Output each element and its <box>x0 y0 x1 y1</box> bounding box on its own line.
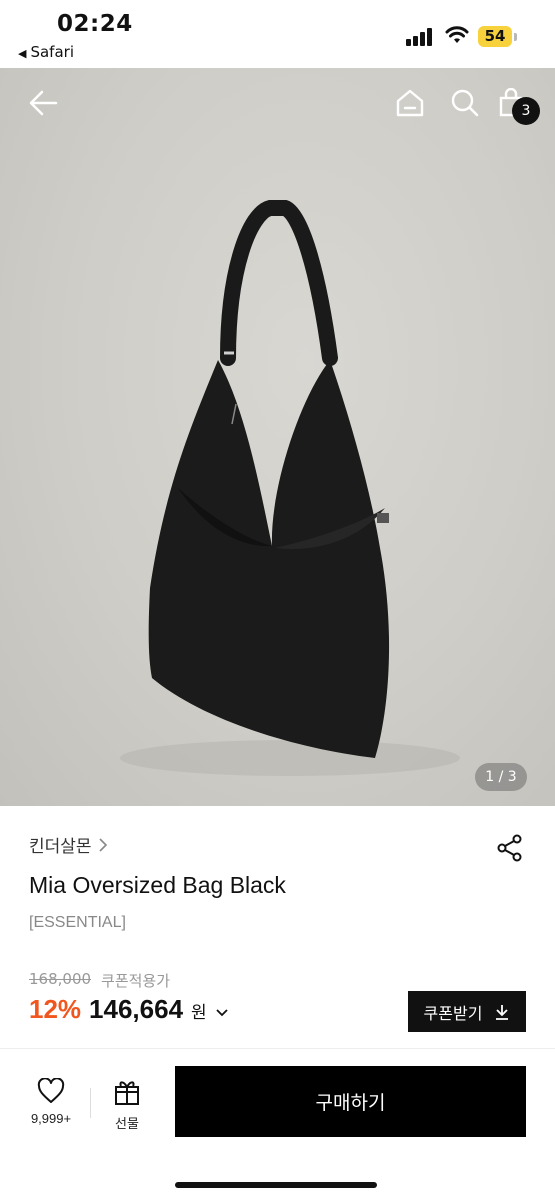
gift-icon <box>115 1081 139 1105</box>
download-icon <box>496 1004 509 1020</box>
status-bar: 02:24 ◀ Safari 54 <box>0 0 555 68</box>
share-icon[interactable] <box>496 834 524 862</box>
battery-tip <box>514 33 517 41</box>
cellular-signal-icon <box>406 28 436 46</box>
discount-rate: 12% <box>29 994 82 1024</box>
image-counter: 1 / 3 <box>475 763 527 791</box>
cart-count-badge[interactable]: 3 <box>512 97 540 125</box>
wifi-icon <box>445 26 469 43</box>
home-indicator <box>175 1182 377 1188</box>
sale-price-row[interactable]: 12% 146,664 원 <box>29 994 229 1025</box>
buy-button[interactable]: 구매하기 <box>175 1066 526 1137</box>
back-to-app-link[interactable]: ◀ Safari <box>18 43 74 61</box>
product-image-gallery[interactable] <box>0 68 555 806</box>
brand-link[interactable]: 킨더살몬 <box>29 832 108 857</box>
battery-indicator: 54 <box>478 26 512 47</box>
back-app-label: Safari <box>30 43 74 61</box>
product-photo-bag <box>120 200 460 776</box>
sale-price: 146,664 <box>89 994 184 1024</box>
original-price: 168,000 <box>29 970 92 988</box>
buy-button-label: 구매하기 <box>315 1092 386 1114</box>
brand-name: 킨더살몬 <box>29 837 92 857</box>
bottom-divider <box>90 1088 91 1118</box>
coupon-button-label: 쿠폰받기 <box>423 1003 483 1023</box>
original-price-row: 168,000 쿠폰적용가 <box>29 970 170 991</box>
heart-icon <box>37 1077 65 1103</box>
gift-label: 선물 <box>115 1117 139 1132</box>
chevron-down-icon[interactable] <box>215 1008 229 1018</box>
back-triangle-icon: ◀ <box>18 47 27 60</box>
coupon-applied-label: 쿠폰적용가 <box>101 972 171 990</box>
back-arrow-icon[interactable] <box>28 90 58 116</box>
product-title: Mia Oversized Bag Black <box>29 872 286 898</box>
status-time: 02:24 <box>57 11 133 37</box>
get-coupon-button[interactable]: 쿠폰받기 <box>408 991 526 1032</box>
product-tag: [ESSENTIAL] <box>29 914 126 931</box>
chevron-right-icon <box>98 837 107 852</box>
like-count: 9,999+ <box>30 1111 72 1126</box>
currency-label: 원 <box>191 1003 207 1023</box>
home-icon[interactable] <box>395 88 425 118</box>
like-button[interactable]: 9,999+ <box>18 1077 84 1126</box>
gift-button[interactable]: 선물 <box>100 1078 154 1132</box>
search-icon[interactable] <box>450 88 480 118</box>
